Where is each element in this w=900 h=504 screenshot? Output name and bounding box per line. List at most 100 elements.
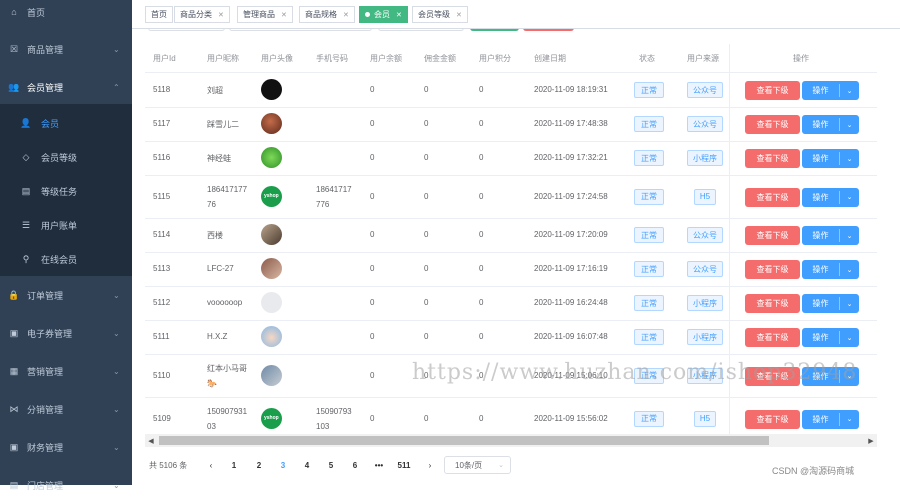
- points-cell: 0: [479, 230, 484, 239]
- source-badge: 公众号: [687, 261, 723, 277]
- column-header[interactable]: 用户Id: [153, 44, 176, 72]
- tab-manage-goods[interactable]: 管理商品 ✕: [237, 6, 293, 23]
- chevron-down-icon: ⌄: [846, 121, 853, 129]
- sidebar-item-home[interactable]: ⌂ 首页: [0, 0, 132, 31]
- points-cell: 0: [479, 413, 484, 423]
- scrollbar-thumb[interactable]: [159, 436, 769, 445]
- source-badge: H5: [694, 188, 716, 205]
- page-number[interactable]: 511: [396, 457, 412, 473]
- sidebar-item-coupon[interactable]: ▣ 电子券管理 ⌄: [0, 314, 132, 352]
- page-number[interactable]: 4: [299, 457, 315, 473]
- scroll-left-icon[interactable]: ◀: [145, 434, 157, 447]
- column-header[interactable]: 操作: [793, 44, 809, 72]
- operation-dropdown-button[interactable]: 操作 ⌄: [802, 115, 859, 134]
- user-id-cell: 5112: [153, 298, 171, 307]
- sidebar-subitem-label: 用户账单: [41, 220, 78, 231]
- chevron-down-icon: ⌄: [113, 44, 120, 54]
- view-subordinates-button[interactable]: 查看下级: [745, 260, 800, 279]
- sidebar-item-label: 商品管理: [27, 44, 64, 55]
- tab-member[interactable]: 会员 ✕: [359, 6, 408, 23]
- sidebar-subitem-member[interactable]: 👤 会员: [0, 106, 132, 140]
- points-cell: 0: [479, 153, 484, 162]
- column-header[interactable]: 用户昵称: [207, 44, 239, 72]
- user-avatar: [261, 147, 282, 168]
- chevron-down-icon: ⌄: [113, 290, 120, 300]
- view-subordinates-button[interactable]: 查看下级: [745, 81, 800, 100]
- column-header[interactable]: 佣金金额: [424, 44, 456, 72]
- sidebar-item-distribution[interactable]: ⋈ 分销管理 ⌄: [0, 390, 132, 428]
- view-subordinates-button[interactable]: 查看下级: [745, 149, 800, 168]
- horizontal-scrollbar[interactable]: ◀ ▶: [145, 434, 877, 447]
- tab-member-level[interactable]: 会员等级 ✕: [412, 6, 468, 23]
- sidebar-item-member[interactable]: 👥 会员管理 ⌃: [0, 68, 132, 106]
- row-divider: [145, 175, 877, 176]
- view-subordinates-button[interactable]: 查看下级: [745, 115, 800, 134]
- page-size-select[interactable]: 10条/页 ⌄: [444, 456, 511, 474]
- sidebar-item-label: 首页: [27, 7, 46, 18]
- commission-cell: 0: [424, 153, 429, 162]
- more-pages-icon[interactable]: •••: [371, 457, 387, 473]
- next-page-icon[interactable]: ›: [422, 457, 438, 473]
- sidebar-item-goods[interactable]: ☒ 商品管理 ⌄: [0, 30, 132, 68]
- page-number[interactable]: 1: [226, 457, 242, 473]
- column-header[interactable]: 用户积分: [479, 44, 511, 72]
- column-header[interactable]: 状态: [639, 44, 655, 72]
- created-date-cell: 2020-11-09 17:24:58: [534, 191, 608, 201]
- nickname-cell: 红本小马哥 🐎: [207, 363, 247, 388]
- operation-dropdown-button[interactable]: 操作 ⌄: [802, 328, 859, 347]
- view-subordinates-button[interactable]: 查看下级: [745, 187, 800, 207]
- scroll-right-icon[interactable]: ▶: [865, 434, 877, 447]
- balance-cell: 0: [370, 413, 375, 423]
- view-subordinates-button[interactable]: 查看下级: [745, 328, 800, 347]
- row-divider: [145, 320, 877, 321]
- close-icon[interactable]: ✕: [218, 11, 224, 19]
- sidebar-item-label: 订单管理: [27, 290, 64, 301]
- sidebar-subitem-user-bill[interactable]: ☰ 用户账单: [0, 208, 132, 242]
- created-date-cell: 2020-11-09 15:56:02: [534, 413, 608, 423]
- created-date-cell: 2020-11-09 16:07:48: [534, 332, 608, 341]
- sidebar-subitem-online-member[interactable]: ⚲ 在线会员: [0, 242, 132, 276]
- sidebar-item-finance[interactable]: ▣ 财务管理 ⌄: [0, 428, 132, 466]
- close-icon[interactable]: ✕: [343, 11, 349, 19]
- goods-icon: ☒: [9, 43, 19, 54]
- operation-dropdown-button[interactable]: 操作 ⌄: [802, 149, 859, 168]
- column-header[interactable]: 创建日期: [534, 44, 566, 72]
- balance-cell: 0: [370, 153, 375, 162]
- user-avatar: [261, 113, 282, 134]
- operation-dropdown-button[interactable]: 操作 ⌄: [802, 226, 859, 245]
- page-number[interactable]: 6: [347, 457, 363, 473]
- view-subordinates-button[interactable]: 查看下级: [745, 409, 800, 429]
- view-subordinates-button[interactable]: 查看下级: [745, 294, 800, 313]
- sidebar-subitem-member-level[interactable]: ◇ 会员等级: [0, 140, 132, 174]
- column-header[interactable]: 用户头像: [261, 44, 293, 72]
- column-header[interactable]: 用户余额: [370, 44, 402, 72]
- tab-home[interactable]: 首页: [145, 6, 173, 23]
- balance-cell: 0: [370, 298, 375, 307]
- operation-dropdown-button[interactable]: 操作 ⌄: [802, 81, 859, 100]
- operation-dropdown-button[interactable]: 操作 ⌄: [802, 294, 859, 313]
- close-icon[interactable]: ✕: [396, 11, 402, 19]
- close-icon[interactable]: ✕: [281, 11, 287, 19]
- page-number-current[interactable]: 3: [275, 457, 291, 473]
- close-icon[interactable]: ✕: [456, 11, 462, 19]
- operation-dropdown-button[interactable]: 操作 ⌄: [802, 260, 859, 279]
- tab-goods-category[interactable]: 商品分类 ✕: [174, 6, 230, 23]
- page-number[interactable]: 5: [323, 457, 339, 473]
- sidebar-item-label: 门店管理: [27, 480, 64, 491]
- view-subordinates-button[interactable]: 查看下级: [745, 226, 800, 245]
- balance-cell: 0: [370, 85, 375, 94]
- sidebar-item-order[interactable]: 🔒 订单管理 ⌄: [0, 276, 132, 314]
- sidebar-item-marketing[interactable]: ▦ 营销管理 ⌄: [0, 352, 132, 390]
- user-id-cell: 5115: [153, 191, 171, 201]
- tab-goods-spec[interactable]: 商品规格 ✕: [299, 6, 355, 23]
- prev-page-icon[interactable]: ‹: [203, 457, 219, 473]
- column-header[interactable]: 手机号码: [316, 44, 348, 72]
- page-number[interactable]: 2: [251, 457, 267, 473]
- operation-dropdown-button[interactable]: 操作 ⌄: [802, 409, 859, 429]
- column-header[interactable]: 用户来源: [687, 44, 719, 72]
- operation-dropdown-button[interactable]: 操作 ⌄: [802, 187, 859, 207]
- tab-label: 会员等级: [418, 10, 450, 19]
- sidebar-subitem-level-task[interactable]: ▤ 等级任务: [0, 174, 132, 208]
- commission-cell: 0: [424, 230, 429, 239]
- sidebar-item-store[interactable]: ▤ 门店管理 ⌄: [0, 466, 132, 504]
